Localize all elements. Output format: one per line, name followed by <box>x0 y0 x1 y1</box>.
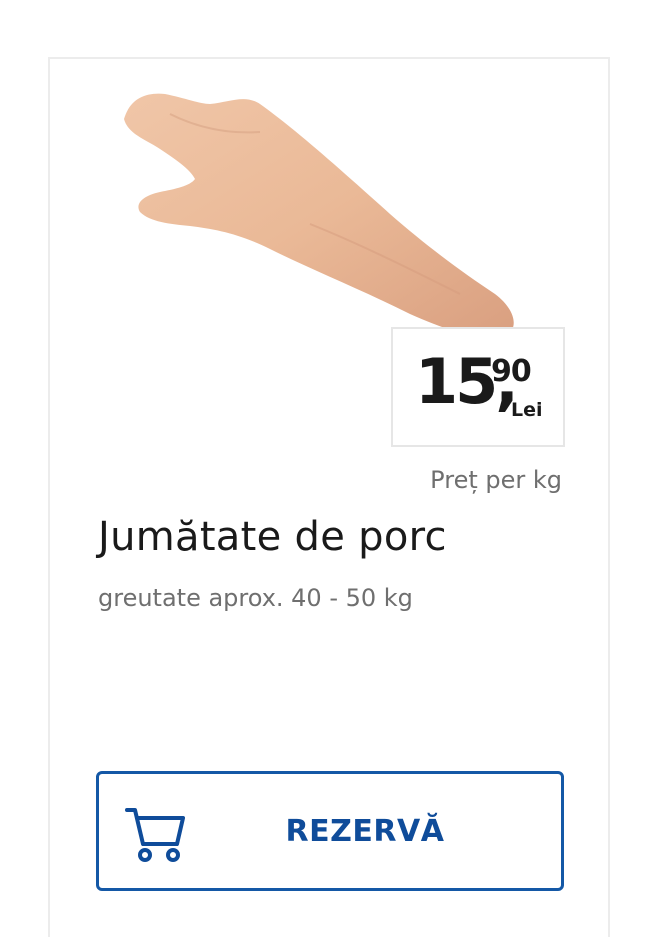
unit-label: Preț per kg <box>430 466 562 494</box>
price-tag: 15, 90 Lei <box>391 327 565 447</box>
product-title[interactable]: Jumătate de porc <box>98 514 447 560</box>
price-currency: Lei <box>511 399 543 421</box>
price-cents: 90 <box>491 354 532 389</box>
reserve-button-label: REZERVĂ <box>285 814 445 849</box>
product-subtitle: greutate aprox. 40 - 50 kg <box>98 584 413 612</box>
reserve-button[interactable]: REZERVĂ <box>96 771 564 891</box>
product-card: 15, 90 Lei Preț per kg Jumătate de porc … <box>48 57 610 937</box>
